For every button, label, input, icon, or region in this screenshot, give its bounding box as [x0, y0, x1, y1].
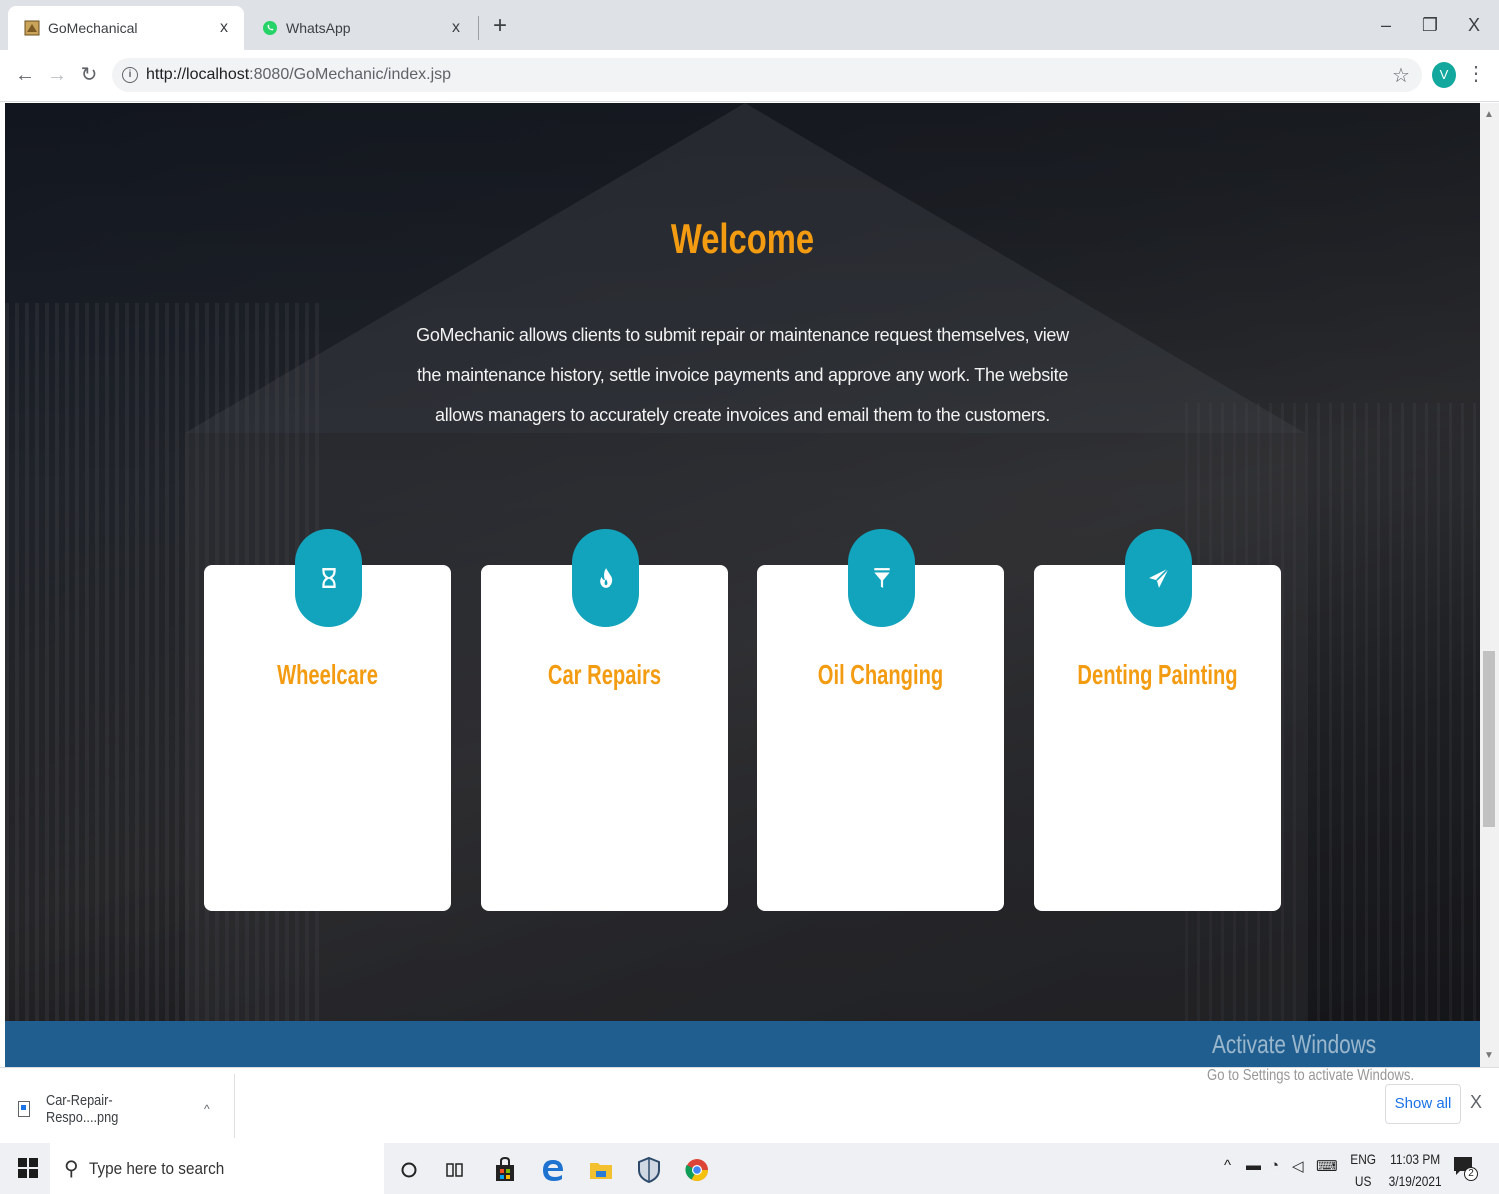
download-file-name: Car-Repair-Respo....png: [46, 1092, 119, 1126]
chevron-up-icon[interactable]: ^: [1224, 1157, 1231, 1174]
cortana-icon[interactable]: [394, 1155, 424, 1185]
page-viewport: Welcome GoMechanic allows clients to sub…: [5, 103, 1480, 1067]
file-icon: [18, 1101, 30, 1117]
minimize-button[interactable]: –: [1364, 8, 1408, 42]
paper-plane-icon: [1148, 567, 1169, 588]
keyboard-icon[interactable]: ⌨: [1316, 1157, 1338, 1175]
service-card-car-repairs[interactable]: Car Repairs: [481, 529, 728, 911]
tab-whatsapp[interactable]: WhatsApp x: [246, 6, 476, 50]
menu-kebab-icon[interactable]: ⋮: [1466, 61, 1486, 86]
service-badge: [572, 529, 639, 627]
notification-count: 2: [1464, 1167, 1478, 1181]
service-badge: [1125, 529, 1192, 627]
page-scrollbar[interactable]: ▲ ▼: [1480, 103, 1499, 1067]
search-placeholder: Type here to search: [88, 1158, 224, 1178]
volume-icon[interactable]: ◁: [1292, 1157, 1304, 1175]
scroll-thumb[interactable]: [1483, 651, 1495, 827]
input-language[interactable]: ENG US: [1350, 1148, 1376, 1192]
profile-avatar[interactable]: V: [1432, 62, 1456, 88]
service-card-oil-changing[interactable]: Oil Changing: [757, 529, 1004, 911]
close-download-bar-icon[interactable]: X: [1470, 1092, 1482, 1113]
service-title: Car Repairs: [547, 659, 662, 690]
new-tab-button[interactable]: +: [486, 12, 514, 40]
tab-close-icon[interactable]: x: [446, 19, 466, 37]
tab-separator: [478, 16, 479, 40]
download-separator: [234, 1074, 235, 1138]
battery-icon[interactable]: ▬: [1246, 1157, 1261, 1174]
scroll-down-arrow-icon[interactable]: ▼: [1484, 1050, 1494, 1061]
wifi-icon[interactable]: ◔: [1270, 1157, 1279, 1174]
back-arrow-icon[interactable]: ←: [10, 60, 40, 90]
service-card-wheelcare[interactable]: Wheelcare: [204, 529, 451, 911]
address-bar[interactable]: i http://localhost:8080/GoMechanic/index…: [112, 58, 1422, 92]
chrome-icon[interactable]: [682, 1155, 712, 1185]
windows-taskbar: ⚲ Type here to search ^ ▬ ◔ ◁ ⌨ ENG US 1…: [0, 1143, 1499, 1194]
funnel-icon: [873, 568, 890, 588]
store-icon[interactable]: [490, 1155, 520, 1185]
close-window-button[interactable]: X: [1452, 8, 1496, 42]
tab-title: WhatsApp: [286, 20, 351, 36]
notification-center-icon[interactable]: 2: [1452, 1155, 1478, 1181]
windows-start-icon[interactable]: [18, 1158, 38, 1178]
service-badge: [295, 529, 362, 627]
edge-icon[interactable]: [538, 1155, 568, 1185]
clock-time: 11:03 PM: [1390, 1151, 1441, 1167]
site-favicon-icon: [24, 20, 40, 36]
clock-date: 3/19/2021: [1388, 1173, 1442, 1189]
tab-close-icon[interactable]: x: [214, 19, 234, 37]
service-card-denting-painting[interactable]: Denting Painting: [1034, 529, 1281, 911]
file-explorer-icon[interactable]: [586, 1155, 616, 1185]
activate-windows-watermark: Activate Windows: [1212, 1029, 1377, 1059]
service-title: Denting Painting: [1077, 659, 1238, 690]
service-title: Wheelcare: [277, 659, 378, 690]
search-icon: ⚲: [64, 1158, 79, 1180]
download-item[interactable]: Car-Repair-Respo....png ^: [18, 1092, 210, 1126]
scroll-up-arrow-icon[interactable]: ▲: [1484, 109, 1494, 120]
chevron-up-icon[interactable]: ^: [204, 1102, 210, 1116]
bookmark-star-icon[interactable]: ☆: [1392, 63, 1410, 88]
intro-paragraph: GoMechanic allows clients to submit repa…: [416, 325, 1069, 425]
reload-icon[interactable]: ↻: [74, 60, 104, 90]
tab-strip: GoMechanical x WhatsApp x + – ❐ X: [0, 0, 1499, 50]
activate-windows-subtext: Go to Settings to activate Windows.: [1207, 1067, 1415, 1084]
service-badge: [848, 529, 915, 627]
welcome-heading: Welcome: [670, 215, 815, 262]
flame-icon: [599, 568, 612, 588]
tab-gomechanical[interactable]: GoMechanical x: [8, 6, 244, 50]
security-shield-icon[interactable]: [634, 1155, 664, 1185]
service-title: Oil Changing: [817, 659, 944, 690]
tab-title: GoMechanical: [48, 20, 138, 36]
hourglass-icon: [321, 568, 336, 588]
show-all-button[interactable]: Show all: [1385, 1084, 1461, 1124]
browser-toolbar: ← → ↻ i http://localhost:8080/GoMechanic…: [0, 50, 1499, 102]
site-info-icon[interactable]: i: [122, 67, 138, 83]
forward-arrow-icon[interactable]: →: [42, 60, 72, 90]
whatsapp-icon: [262, 20, 278, 36]
maximize-button[interactable]: ❐: [1408, 8, 1452, 42]
url-text: http://localhost:8080/GoMechanic/index.j…: [146, 66, 452, 83]
task-view-icon[interactable]: [440, 1155, 470, 1185]
system-clock[interactable]: 11:03 PM 3/19/2021: [1389, 1148, 1442, 1192]
taskbar-search-box[interactable]: ⚲ Type here to search: [50, 1143, 384, 1194]
